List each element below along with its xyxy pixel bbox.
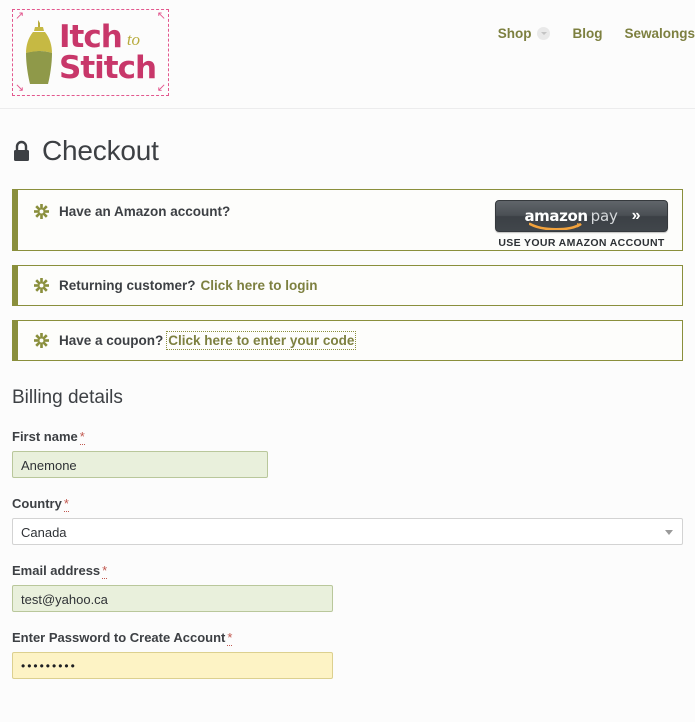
main-navigation: Shop Blog Sewalongs <box>498 26 695 41</box>
dress-form-icon <box>26 19 52 84</box>
gear-icon <box>34 333 49 348</box>
email-field-group: Email address * test@yahoo.ca <box>12 563 683 612</box>
amazon-pay-chevron-icon: » <box>631 207 641 224</box>
country-label-text: Country <box>12 496 62 511</box>
email-label-text: Email address <box>12 563 101 578</box>
logo-text-stitch: Stitch <box>59 49 157 86</box>
logo-corner-arrow-icon: ↖ <box>156 10 166 22</box>
gear-icon <box>34 278 49 293</box>
nav-item-blog[interactable]: Blog <box>572 26 602 41</box>
logo-corner-arrow-icon: ↗ <box>15 10 25 22</box>
first-name-label-text: First name <box>12 429 78 444</box>
site-logo[interactable]: ↗ ↖ ↘ ↙ Itch to Stitch <box>12 9 169 96</box>
country-field-group: Country * Canada <box>12 496 683 545</box>
logo-corner-arrow-icon: ↘ <box>15 82 25 94</box>
page-title-text: Checkout <box>42 135 159 166</box>
site-header: ↗ ↖ ↘ ↙ Itch to Stitch Shop Blog Sewalon… <box>0 0 695 109</box>
first-name-input[interactable]: Anemone <box>12 451 268 478</box>
nav-item-label: Sewalongs <box>624 26 695 41</box>
returning-customer-text: Returning customer? <box>59 278 196 293</box>
password-field-group: Enter Password to Create Account * ••••••… <box>12 630 683 679</box>
lock-icon <box>14 140 29 161</box>
login-link[interactable]: Click here to login <box>201 278 318 293</box>
first-name-label: First name * <box>12 429 683 445</box>
nav-item-label: Shop <box>497 26 532 41</box>
coupon-text: Have a coupon? <box>59 333 164 348</box>
password-input[interactable]: ••••••••• <box>12 652 333 679</box>
required-marker: * <box>79 429 85 445</box>
required-marker: * <box>102 563 108 579</box>
page-content: Checkout Have an Amazon account? amazon … <box>0 135 695 679</box>
amazon-smile-icon <box>529 222 583 230</box>
email-label: Email address * <box>12 563 683 579</box>
password-label-text: Enter Password to Create Account <box>12 630 226 645</box>
required-marker: * <box>63 496 69 512</box>
first-name-field-group: First name * Anemone <box>12 429 683 478</box>
chevron-down-icon[interactable] <box>537 27 551 40</box>
country-select[interactable]: Canada <box>12 518 683 545</box>
returning-customer-notice: Returning customer? Click here to login <box>12 265 683 306</box>
amazon-account-notice: Have an Amazon account? amazon pay » USE… <box>12 189 683 251</box>
nav-item-shop[interactable]: Shop <box>498 26 551 41</box>
email-input[interactable]: test@yahoo.ca <box>12 585 333 612</box>
gear-icon <box>34 204 49 219</box>
required-marker: * <box>227 630 233 646</box>
pay-wordmark: pay <box>590 207 618 225</box>
amazon-pay-logo: amazon pay <box>524 207 618 230</box>
password-label: Enter Password to Create Account * <box>12 630 683 646</box>
coupon-link[interactable]: Click here to enter your code <box>166 331 357 350</box>
amazon-notice-text: Have an Amazon account? <box>59 204 231 219</box>
logo-text-to: to <box>126 29 141 49</box>
amazon-pay-subtitle: USE YOUR AMAZON ACCOUNT <box>498 237 665 249</box>
page-title: Checkout <box>12 135 683 167</box>
coupon-notice: Have a coupon? Click here to enter your … <box>12 320 683 361</box>
amazon-pay-block: amazon pay » USE YOUR AMAZON ACCOUNT <box>495 200 668 249</box>
country-selected-value: Canada <box>21 525 67 540</box>
nav-item-label: Blog <box>572 26 603 41</box>
nav-item-sewalongs[interactable]: Sewalongs <box>624 26 695 41</box>
country-label: Country * <box>12 496 683 512</box>
amazon-pay-button[interactable]: amazon pay » <box>495 200 668 232</box>
billing-details-heading: Billing details <box>12 387 123 408</box>
chevron-down-icon <box>665 530 673 535</box>
logo-corner-arrow-icon: ↙ <box>156 82 166 94</box>
logo-text-itch: Itch <box>59 18 123 55</box>
